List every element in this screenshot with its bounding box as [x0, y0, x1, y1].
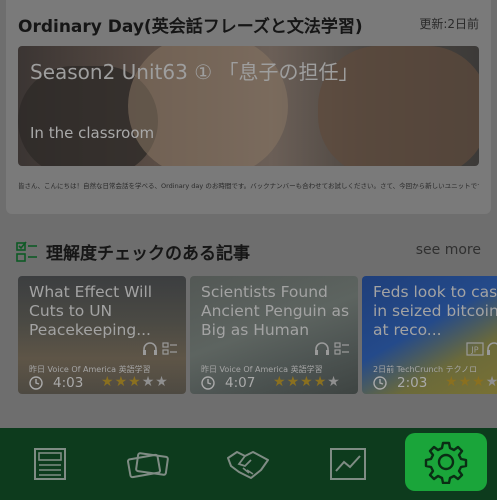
difficulty-stars: ★★★★★: [101, 374, 169, 390]
svg-text:JP: JP: [470, 346, 478, 355]
section-header: 理解度チェックのある記事 see more: [16, 238, 481, 266]
star-empty-icon: ★: [141, 374, 156, 390]
chart-icon[interactable]: [318, 436, 378, 492]
handshake-icon[interactable]: [218, 436, 278, 492]
headphones-icon: [486, 342, 497, 356]
news-icon[interactable]: [20, 436, 80, 492]
section-title: 理解度チェックのある記事: [46, 244, 250, 264]
quiz-icon: [334, 342, 350, 356]
article-duration: 2:03: [397, 375, 428, 391]
star-filled-icon: ★: [286, 374, 301, 390]
clock-icon: [201, 376, 215, 390]
star-filled-icon: ★: [114, 374, 129, 390]
article-duration: 4:07: [225, 375, 256, 391]
cards-icon[interactable]: [118, 436, 178, 492]
star-empty-icon: ★: [155, 374, 169, 390]
star-filled-icon: ★: [445, 374, 459, 390]
article-carousel[interactable]: What Effect Will Cuts to UN Peacekeeping…: [18, 276, 497, 396]
star-filled-icon: ★: [300, 374, 314, 390]
star-filled-icon: ★: [128, 374, 142, 390]
star-filled-icon: ★: [101, 374, 115, 390]
hero-image[interactable]: Season2 Unit63 ① 「息子の担任」 In the classroo…: [18, 46, 479, 166]
updated-label: 更新:2日前: [419, 17, 479, 31]
jp-icon: JP: [466, 342, 484, 356]
star-filled-icon: ★: [313, 374, 328, 390]
article-duration: 4:03: [53, 375, 84, 391]
star-empty-icon: ★: [327, 374, 341, 390]
clock-icon: [373, 376, 387, 390]
difficulty-stars: ★★★★★: [445, 374, 497, 390]
quiz-icon: [162, 342, 178, 356]
clock-icon: [29, 376, 43, 390]
headphones-icon: [142, 342, 158, 356]
headphones-icon: [314, 342, 330, 356]
featured-card[interactable]: Ordinary Day(英会話フレーズと文法学習) 更新:2日前 Season…: [6, 0, 491, 214]
featured-series-title: Ordinary Day(英会話フレーズと文法学習): [18, 17, 363, 37]
star-filled-icon: ★: [458, 374, 473, 390]
article-card[interactable]: What Effect Will Cuts to UN Peacekeeping…: [18, 276, 186, 394]
checklist-icon: [16, 241, 37, 262]
hero-subtitle: In the classroom: [30, 124, 155, 142]
article-card[interactable]: Feds look to cash in seized bitcoins at …: [362, 276, 497, 394]
star-empty-icon: ★: [485, 374, 497, 390]
featured-excerpt: 皆さん、こんにちは！自然な日常会話を学べる、Ordinary day のお時間で…: [18, 182, 479, 190]
settings-icon[interactable]: [405, 433, 487, 491]
hero-title: Season2 Unit63 ① 「息子の担任」: [30, 60, 359, 84]
difficulty-stars: ★★★★★: [273, 374, 341, 390]
article-card[interactable]: Scientists Found Ancient Penguin as Big …: [190, 276, 358, 394]
see-more-link[interactable]: see more: [416, 242, 481, 258]
article-title: Feds look to cash in seized bitcoins at …: [373, 283, 497, 339]
star-filled-icon: ★: [273, 374, 287, 390]
star-filled-icon: ★: [472, 374, 486, 390]
article-title: Scientists Found Ancient Penguin as Big …: [201, 283, 350, 339]
bottom-navigation: [0, 428, 497, 500]
article-title: What Effect Will Cuts to UN Peacekeeping…: [29, 283, 153, 339]
